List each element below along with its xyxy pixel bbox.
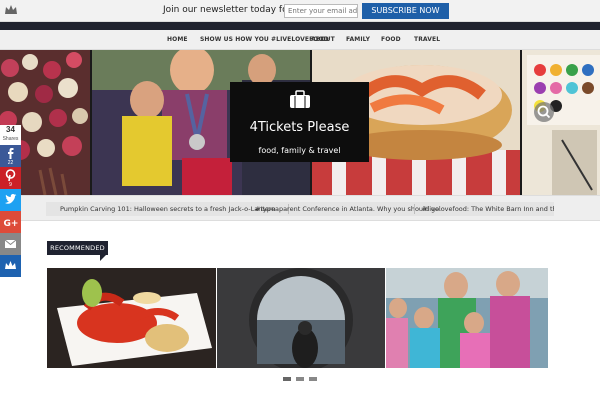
carousel-dots [283,377,323,381]
main-nav: HOME SHOW US HOW YOU #LIVELOVEFOOD ABOUT… [0,30,600,50]
share-total-label: Shares [2,136,19,142]
subscribe-button[interactable]: SUBSCRIBE NOW [362,3,449,19]
nav-item-home[interactable]: HOME [167,36,188,43]
site-logo[interactable]: 4Tickets Please food, family & travel [230,82,369,162]
page: Join our newsletter today for free. SUBS… [0,0,600,400]
email-field[interactable] [284,4,358,18]
twitter-icon [5,194,17,204]
svg-text:G+: G+ [4,219,19,229]
pinterest-count: 9 [9,182,12,188]
email-share-button[interactable] [0,233,21,255]
search-button[interactable] [534,102,554,122]
facebook-icon [8,148,14,159]
carousel-dot[interactable] [296,377,304,381]
carousel-dot[interactable] [309,377,317,381]
crown-icon[interactable] [4,4,18,16]
google-plus-icon: G+ [4,219,19,229]
carousel-dot[interactable] [283,377,291,381]
ticker-track: Pumpkin Carving 101: Halloween secrets t… [46,202,554,216]
ticker-separator [414,204,415,214]
email-icon [4,239,17,248]
site-title: 4Tickets Please [249,120,350,135]
recommended-label-tail [100,255,106,261]
nav-item-about[interactable]: ABOUT [311,36,335,43]
facebook-count: 22 [7,160,14,166]
nav-item-food[interactable]: FOOD [381,36,401,43]
recommended-card-porthole[interactable] [217,268,385,368]
sumome-icon [5,261,16,269]
hero-photo-paints [522,50,600,195]
news-ticker: Pumpkin Carving 101: Halloween secrets t… [0,195,600,221]
share-total: 34 [6,125,15,134]
recommended-label: RECOMMENDED [47,241,108,255]
header-strip [0,22,600,30]
pinterest-share-button[interactable]: 9 [0,167,21,189]
recommended-card-lobster[interactable] [47,268,216,368]
nav-item-family[interactable]: FAMILY [346,36,370,43]
ticker-item[interactable]: Pumpkin Carving 101: Halloween secrets t… [60,205,276,213]
suitcase-icon [290,90,310,108]
site-tagline: food, family & travel [258,146,341,155]
share-sidebar: 34 Shares 22 9 G+ [0,125,21,277]
ticker-item[interactable]: #livelovefood: The White Barn Inn and th… [422,205,554,213]
nav-item-livelovefood[interactable]: SHOW US HOW YOU #LIVELOVEFOOD [200,36,329,43]
sumome-button[interactable] [0,255,21,277]
search-icon [537,105,551,119]
recommended-card-race-family[interactable] [386,268,548,368]
twitter-share-button[interactable] [0,189,21,211]
nav-item-travel[interactable]: TRAVEL [414,36,440,43]
facebook-share-button[interactable]: 22 [0,145,21,167]
google-plus-share-button[interactable]: G+ [0,211,21,233]
newsletter-bar: Join our newsletter today for free. SUBS… [0,0,600,22]
pinterest-icon [5,169,16,182]
share-count: 34 Shares [0,125,21,145]
